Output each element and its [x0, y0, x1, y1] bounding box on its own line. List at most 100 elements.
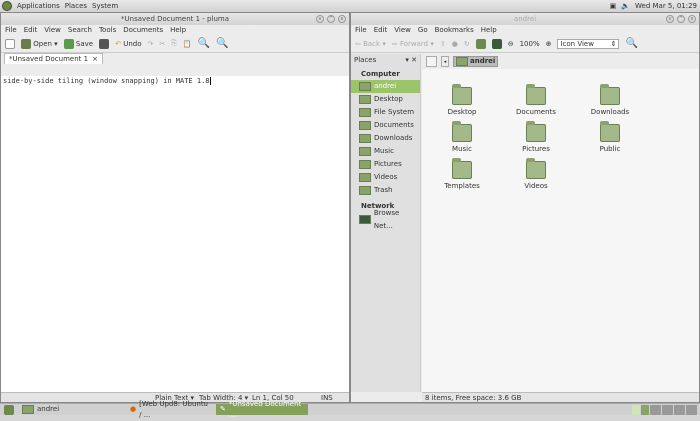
minimize-button[interactable]: v [316, 15, 324, 23]
back-button[interactable]: ⇦ Back ▾ [355, 40, 386, 48]
menu-file[interactable]: File [355, 25, 367, 35]
firefox-icon: ● [130, 405, 137, 413]
save-button[interactable]: Save [63, 38, 93, 49]
taskbar: andrei ● [Web Upd8: Ubuntu / ... ✎ *Unsave… [0, 400, 700, 419]
copy-icon[interactable]: ⎘ [171, 39, 177, 48]
file-item-documents[interactable]: Documents [501, 84, 571, 116]
new-document-icon[interactable] [5, 38, 15, 49]
menu-documents[interactable]: Documents [123, 25, 163, 35]
titlebar[interactable]: *Unsaved Document 1 - pluma v ^ x [1, 13, 349, 25]
stop-icon[interactable]: ● [452, 40, 458, 48]
sidebar-item-documents[interactable]: Documents [351, 119, 420, 132]
file-item-pictures[interactable]: Pictures [501, 121, 571, 153]
close-button[interactable]: x [338, 15, 346, 23]
file-item-music[interactable]: Music [427, 121, 497, 153]
volume-icon[interactable]: 🔈 [621, 2, 630, 10]
titlebar[interactable]: andrei v ^ x [351, 13, 699, 25]
menu-view[interactable]: View [44, 25, 61, 35]
menubar: File Edit View Go Bookmarks Help [351, 25, 699, 35]
menu-edit[interactable]: Edit [24, 25, 38, 35]
replace-icon[interactable]: 🔍 [216, 38, 228, 49]
task-pluma[interactable]: ✎ *Unsaved Document ... [216, 400, 308, 419]
path-button-andrei[interactable]: andrei [453, 55, 499, 67]
sidebar-item-andrei[interactable]: andrei [351, 80, 420, 93]
folder-icon [359, 134, 371, 143]
path-left-arrow[interactable]: ◂ [441, 55, 449, 67]
sidebar-item-label: Music [374, 147, 394, 155]
menu-bookmarks[interactable]: Bookmarks [435, 25, 474, 35]
edit-location-icon[interactable] [426, 55, 437, 67]
menu-view[interactable]: View [394, 25, 411, 35]
home-icon[interactable] [475, 38, 486, 49]
network-icon[interactable]: ▣ [610, 2, 617, 10]
print-icon[interactable] [99, 38, 110, 49]
sidebar-item-label: Pictures [374, 160, 402, 168]
menu-go[interactable]: Go [418, 25, 428, 35]
cut-icon[interactable]: ✂ [159, 40, 165, 48]
sidebar-item-downloads[interactable]: Downloads [351, 132, 420, 145]
file-item-downloads[interactable]: Downloads [575, 84, 645, 116]
redo-icon[interactable]: ↷ [148, 40, 154, 48]
maximize-button[interactable]: ^ [677, 15, 685, 23]
minimize-button[interactable]: v [666, 15, 674, 23]
network-icon [359, 215, 371, 224]
sidebar-item-file-system[interactable]: File System [351, 106, 420, 119]
zoom-in-icon[interactable]: ⊕ [546, 40, 552, 48]
workspace-switcher[interactable] [632, 404, 700, 415]
show-desktop-icon[interactable] [4, 404, 14, 415]
folder-icon [359, 173, 371, 182]
maximize-button[interactable]: ^ [327, 15, 335, 23]
undo-button[interactable]: ↶ Undo [115, 40, 141, 48]
close-button[interactable]: x [688, 15, 696, 23]
text-editor[interactable]: side-by-side tiling (window snapping) in… [1, 76, 349, 392]
folder-icon [359, 186, 371, 195]
sidebar-item-label: Videos [374, 173, 398, 181]
sidebar-close-icon[interactable]: ▾ ✕ [405, 54, 420, 67]
sidebar-item-browse-network[interactable]: Browse Net... [351, 209, 420, 230]
tab-bar: *Unsaved Document 1 × [1, 53, 349, 64]
sidebar-item-videos[interactable]: Videos [351, 171, 420, 184]
menu-file[interactable]: File [5, 25, 17, 35]
view-selector[interactable]: Icon View ⇕ [557, 38, 620, 49]
folder-icon [600, 84, 620, 105]
toolbar: ⇦ Back ▾ ⇨ Forward ▾ ⇧ ● ↻ ⊖ 100% ⊕ Icon… [351, 35, 699, 53]
menu-search[interactable]: Search [68, 25, 92, 35]
menu-applications[interactable]: Applications [17, 2, 60, 10]
computer-icon[interactable] [491, 38, 502, 49]
mate-logo-icon[interactable] [2, 1, 12, 11]
menu-help[interactable]: Help [481, 25, 497, 35]
menu-places[interactable]: Places [65, 2, 87, 10]
forward-button[interactable]: ⇨ Forward ▾ [392, 40, 434, 48]
search-icon[interactable]: 🔍 [625, 38, 637, 49]
file-label: Documents [516, 108, 556, 116]
tab-document[interactable]: *Unsaved Document 1 × [4, 53, 103, 64]
file-item-videos[interactable]: Videos [501, 158, 571, 190]
tab-close-icon[interactable]: × [92, 54, 98, 64]
menu-system[interactable]: System [92, 2, 118, 10]
file-label: Pictures [522, 145, 550, 153]
file-label: Music [452, 145, 472, 153]
sidebar-item-music[interactable]: Music [351, 145, 420, 158]
file-item-desktop[interactable]: Desktop [427, 84, 497, 116]
up-icon[interactable]: ⇧ [440, 40, 446, 48]
search-icon[interactable]: 🔍 [198, 38, 210, 49]
file-item-public[interactable]: Public [575, 121, 645, 153]
menubar: File Edit View Search Tools Documents Help [1, 25, 349, 35]
task-andrei[interactable]: andrei [18, 404, 126, 415]
places-header: Places ▾ ✕ [351, 54, 420, 67]
clock[interactable]: Wed Mar 5, 01:29 [635, 2, 700, 10]
sidebar-item-trash[interactable]: Trash [351, 184, 420, 197]
menu-edit[interactable]: Edit [374, 25, 388, 35]
sidebar-item-pictures[interactable]: Pictures [351, 158, 420, 171]
task-firefox[interactable]: ● [Web Upd8: Ubuntu / ... [126, 400, 216, 419]
sidebar-item-label: Trash [374, 186, 393, 194]
menu-help[interactable]: Help [170, 25, 186, 35]
reload-icon[interactable]: ↻ [464, 40, 470, 48]
sidebar-item-desktop[interactable]: Desktop [351, 93, 420, 106]
menu-tools[interactable]: Tools [99, 25, 116, 35]
zoom-out-icon[interactable]: ⊖ [508, 40, 514, 48]
paste-icon[interactable]: 📋 [183, 40, 192, 48]
open-button[interactable]: Open ▾ [21, 38, 58, 49]
file-item-templates[interactable]: Templates [427, 158, 497, 190]
folder-icon [359, 82, 371, 91]
